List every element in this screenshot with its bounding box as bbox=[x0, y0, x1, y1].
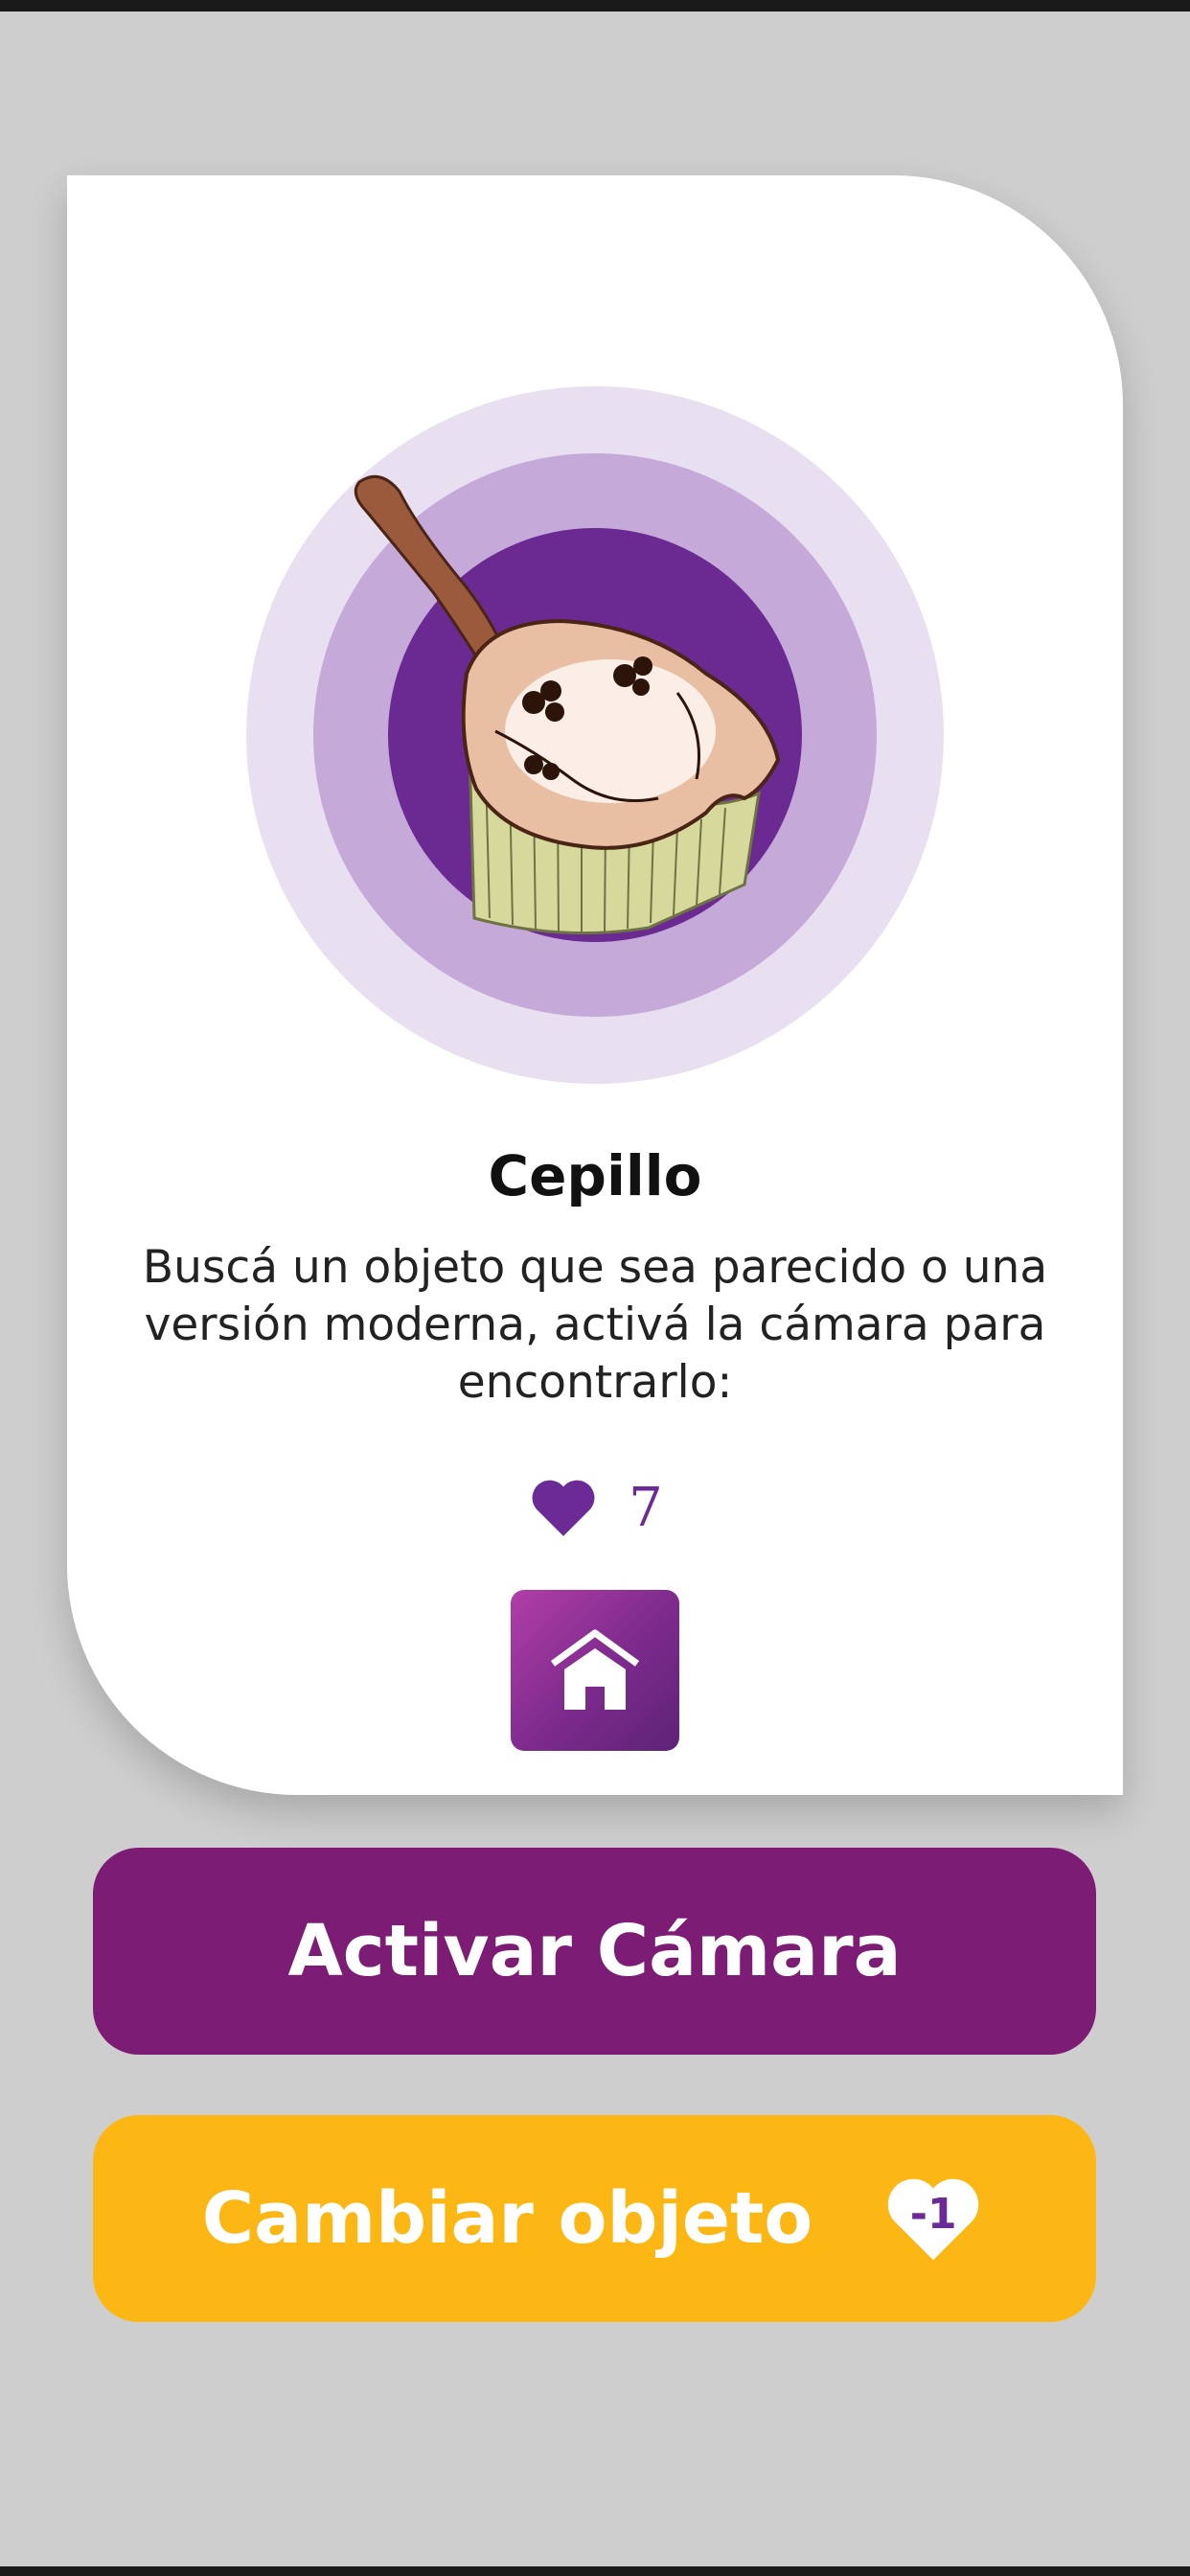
object-instructions: Buscá un objeto que sea parecido o una v… bbox=[142, 1241, 1048, 1409]
object-title: Cepillo bbox=[488, 1143, 702, 1208]
object-card: Cepillo Buscá un objeto que sea parecido… bbox=[67, 175, 1123, 1795]
home-button[interactable] bbox=[511, 1590, 679, 1751]
activate-camera-button[interactable]: Activar Cámara bbox=[93, 1848, 1096, 2055]
heart-icon bbox=[532, 1480, 595, 1536]
change-object-button[interactable]: Cambiar objeto -1 bbox=[93, 2115, 1096, 2322]
home-icon bbox=[550, 1629, 640, 1710]
change-object-label: Cambiar objeto bbox=[201, 2177, 813, 2260]
status-bar bbox=[0, 0, 1190, 12]
cost-heart-badge: -1 bbox=[880, 2173, 987, 2265]
lives-count: 7 bbox=[629, 1476, 663, 1539]
activate-camera-label: Activar Cámara bbox=[287, 1910, 902, 1992]
lives-counter: 7 bbox=[67, 1464, 1123, 1551]
home-indicator-bar bbox=[0, 2566, 1190, 2576]
change-cost: -1 bbox=[909, 2190, 957, 2239]
brush-illustration bbox=[246, 386, 944, 1084]
